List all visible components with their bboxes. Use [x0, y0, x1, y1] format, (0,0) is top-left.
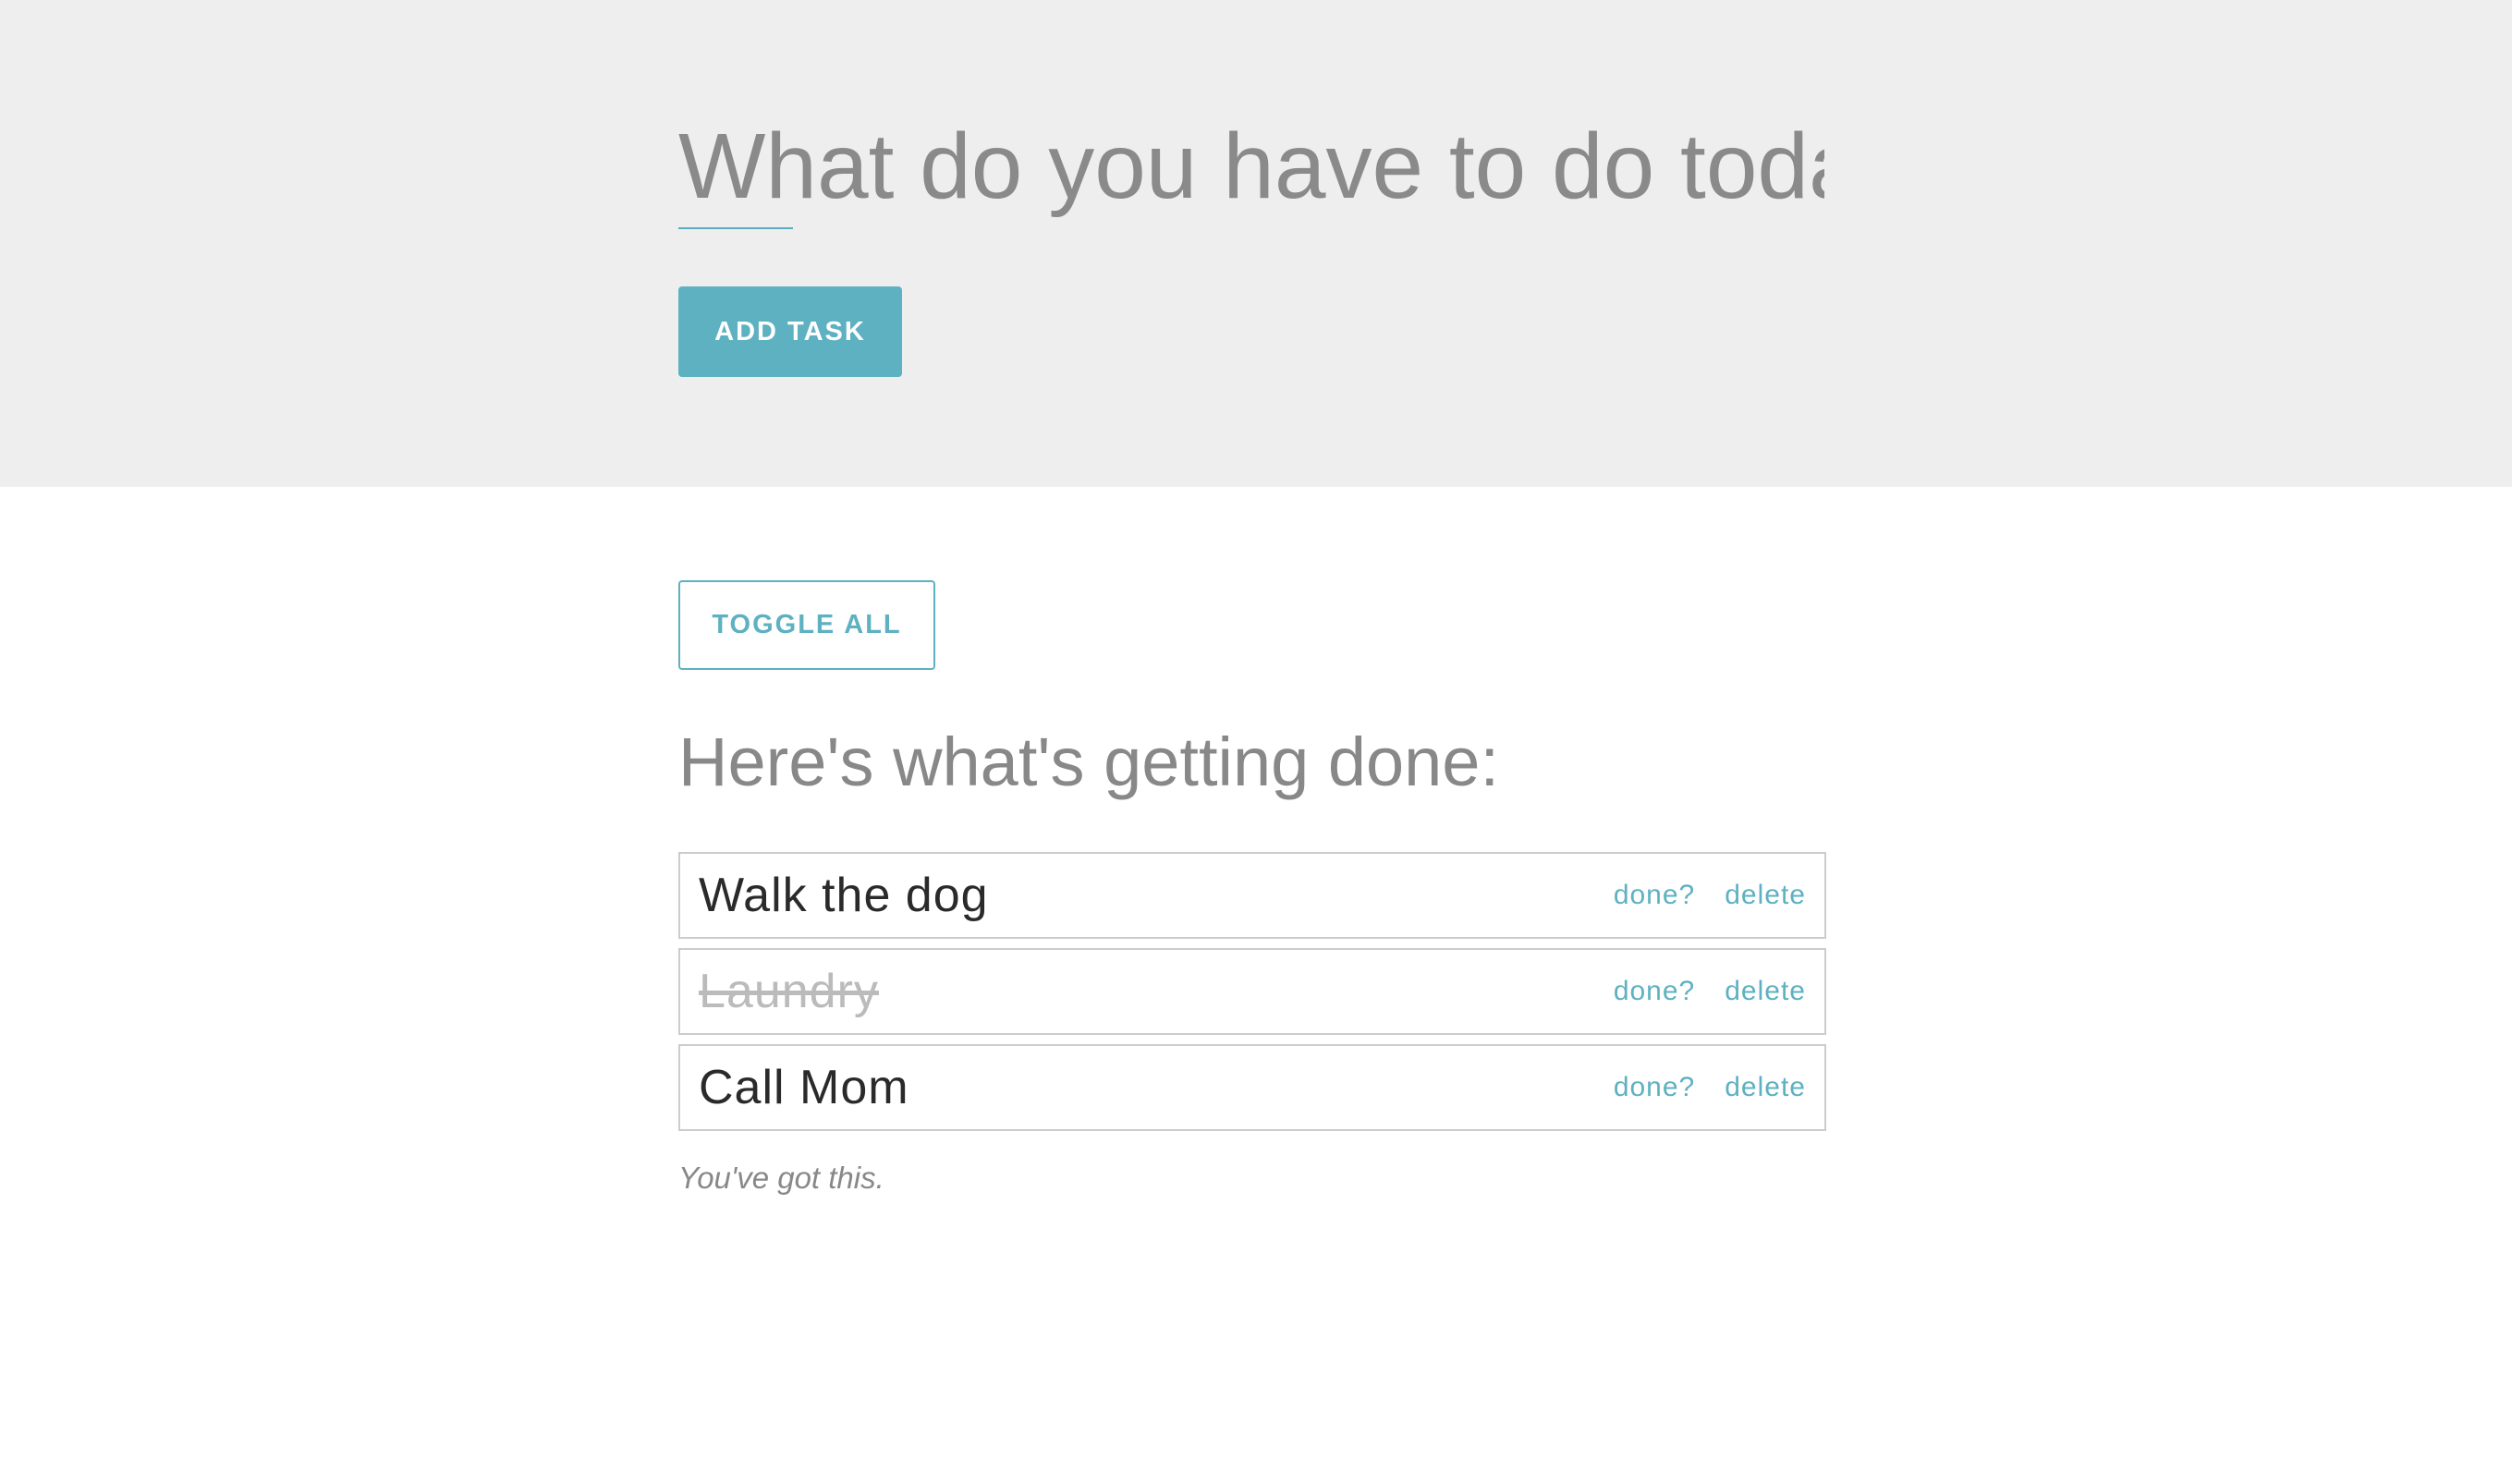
mark-done-link[interactable]: done? [1614, 1072, 1695, 1103]
mark-done-link[interactable]: done? [1614, 880, 1695, 911]
task-item: Laundry done? delete [678, 948, 1826, 1035]
encouragement-note: You've got this. [678, 1161, 884, 1195]
task-text: Walk the dog [699, 869, 989, 922]
task-item: Walk the dog done? delete [678, 852, 1826, 939]
new-task-input[interactable] [678, 102, 1824, 231]
task-item: Call Mom done? delete [678, 1044, 1826, 1131]
delete-link[interactable]: delete [1725, 976, 1806, 1007]
input-underline [678, 227, 793, 229]
toggle-all-button[interactable]: TOGGLE ALL [678, 580, 935, 670]
header-band: ADD TASK [0, 0, 2512, 487]
delete-link[interactable]: delete [1725, 1072, 1806, 1103]
task-text: Laundry [699, 965, 879, 1018]
mark-done-link[interactable]: done? [1614, 976, 1695, 1007]
add-task-button[interactable]: ADD TASK [678, 286, 902, 377]
task-list: Walk the dog done? delete Laundry done? … [678, 852, 1826, 1140]
task-list-heading: Here's what's getting done: [678, 724, 1499, 800]
delete-link[interactable]: delete [1725, 880, 1806, 911]
task-text: Call Mom [699, 1061, 909, 1114]
